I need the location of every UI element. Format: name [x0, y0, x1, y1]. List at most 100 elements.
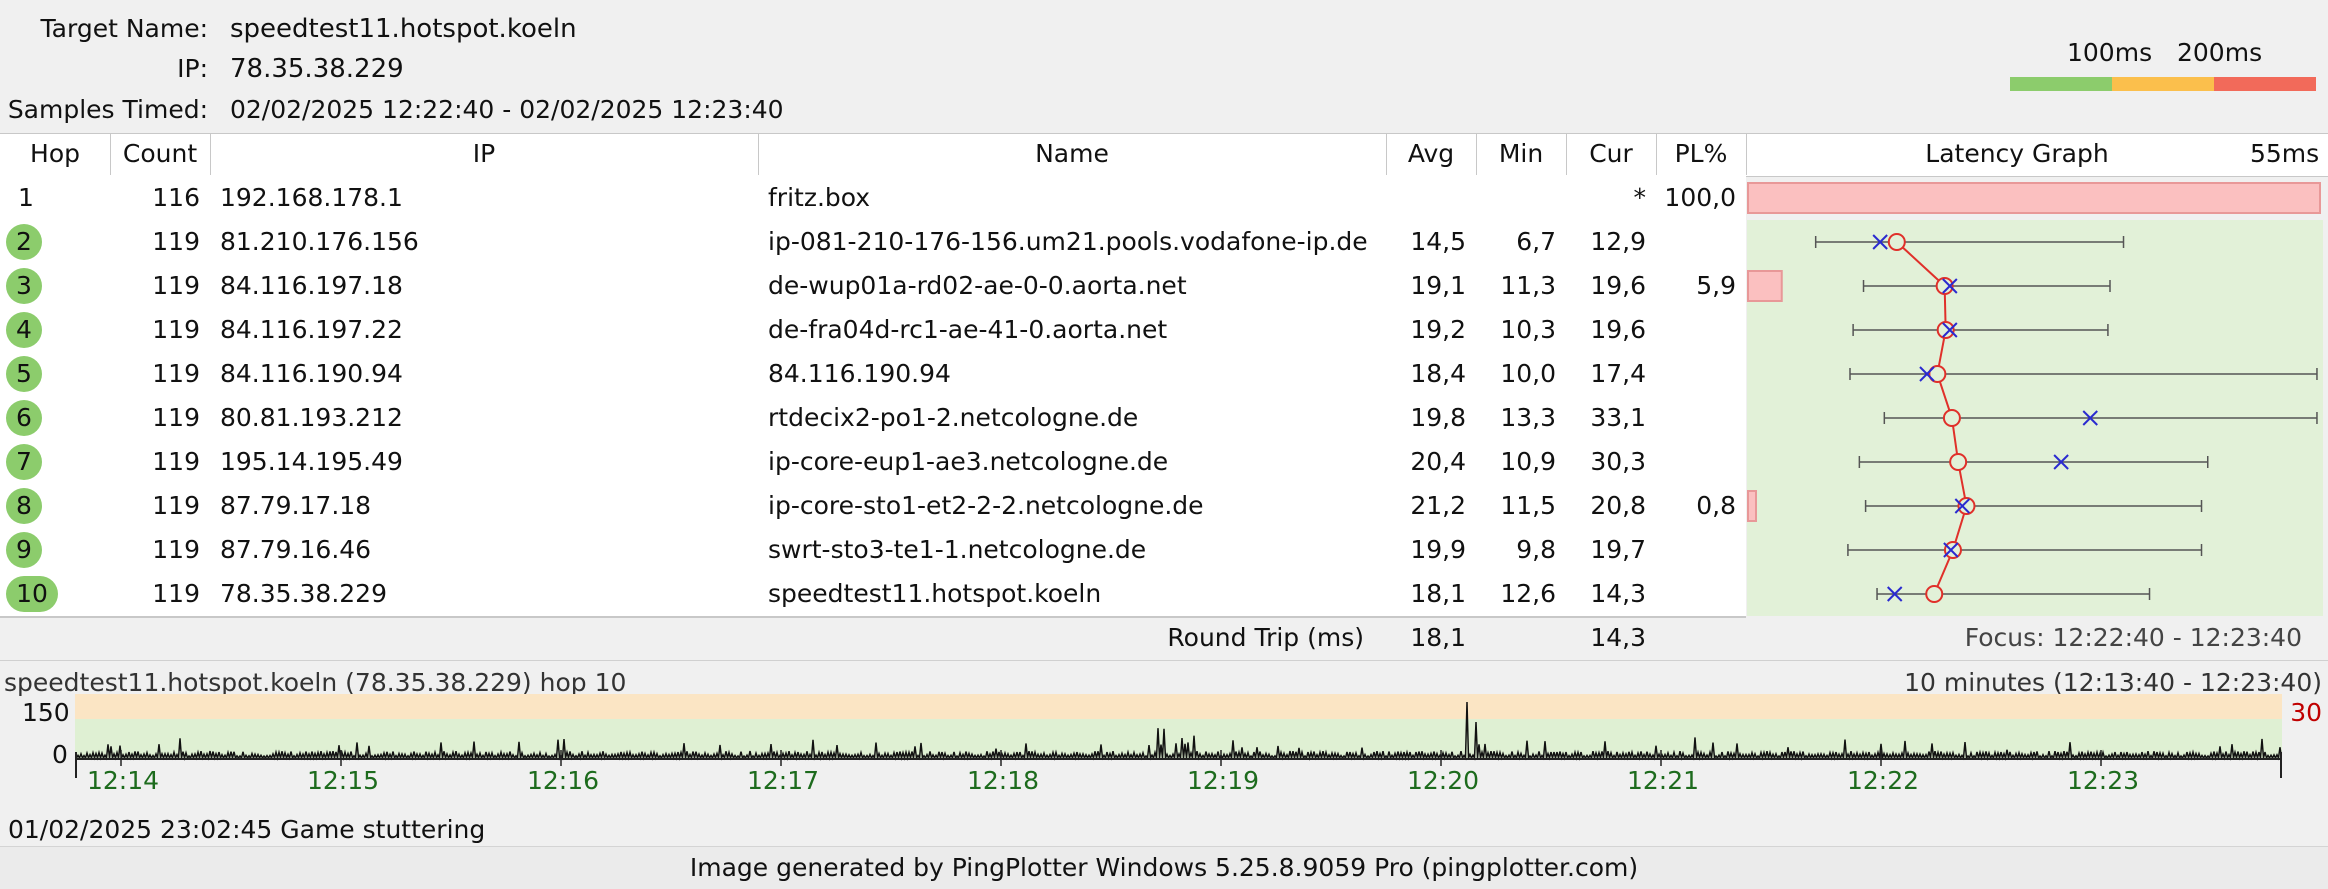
avg-cell: 19,8: [1410, 403, 1466, 432]
col-divider: [1386, 133, 1387, 175]
hop-row[interactable]: 6 119 80.81.193.212 rtdecix2-po1-2.netcolog…: [0, 396, 1746, 442]
min-cell: [1476, 176, 1556, 220]
hop-number-badge: 6: [6, 400, 42, 436]
scale-bar-yellow: [2112, 77, 2214, 91]
pl-cell: [1656, 440, 1736, 484]
round-trip-cur: 14,3: [1590, 623, 1646, 652]
hop-row[interactable]: 9 119 87.79.16.46 swrt-sto3-te1-1.netcologn…: [0, 528, 1746, 574]
avg-cell: 18,1: [1410, 579, 1466, 608]
avg-latency-marker: [1942, 409, 1961, 427]
avg-latency-marker: [1925, 585, 1944, 603]
hop-row[interactable]: 8 119 87.79.17.18 ip-core-sto1-et2-2-2.netc…: [0, 484, 1746, 530]
count-cell: 119: [152, 271, 200, 300]
min-cell: 6,7: [1516, 227, 1556, 256]
scale-200ms-label: 200ms: [2177, 38, 2263, 67]
ip-cell: 192.168.178.1: [220, 183, 403, 212]
cur-cell: 19,7: [1590, 535, 1646, 564]
status-note: 01/02/2025 23:02:45 Game stuttering: [8, 815, 486, 844]
count-cell: 119: [152, 315, 200, 344]
hostname-cell: de-wup01a-rd02-ae-0-0.aorta.net: [768, 271, 1187, 300]
col-divider: [110, 133, 111, 175]
col-divider: [210, 133, 211, 175]
col-header-name[interactable]: Name: [758, 133, 1386, 175]
cur-cell: 30,3: [1590, 447, 1646, 476]
ip-cell: 87.79.17.18: [220, 491, 372, 520]
samples-timed-value: 02/02/2025 12:22:40 - 02/02/2025 12:23:4…: [230, 95, 784, 124]
ip-cell: 84.116.197.22: [220, 315, 403, 344]
samples-timed-label: Samples Timed:: [7, 95, 208, 124]
cur-cell: 20,8: [1590, 491, 1646, 520]
ip-value: 78.35.38.229: [230, 54, 404, 84]
col-header-avg[interactable]: Avg: [1386, 133, 1476, 175]
min-cell: 9,8: [1516, 535, 1556, 564]
min-cell: 11,3: [1500, 271, 1556, 300]
timeline-graph[interactable]: [75, 694, 2282, 784]
timeline-tick-label: 12:18: [967, 766, 1040, 795]
focus-range[interactable]: Focus: 12:22:40 - 12:23:40: [1800, 617, 2302, 659]
ip-cell: 84.116.190.94: [220, 359, 403, 388]
hop-row[interactable]: 3 119 84.116.197.18 de-wup01a-rd02-ae-0-0.a…: [0, 264, 1746, 310]
pl-cell: [1656, 396, 1736, 440]
scale-bar-green: [2010, 77, 2112, 91]
col-divider: [1566, 133, 1567, 175]
col-header-pl[interactable]: PL%: [1656, 133, 1746, 175]
hop-number: 1: [18, 183, 34, 212]
timeline-tick-label: 12:21: [1627, 766, 1700, 795]
timeline-range[interactable]: 10 minutes (12:13:40 - 12:23:40): [1904, 668, 2322, 697]
timeline-tick-label: 12:16: [527, 766, 600, 795]
avg-cell: 19,1: [1410, 271, 1466, 300]
col-divider: [1746, 133, 1747, 175]
avg-cell: 18,4: [1410, 359, 1466, 388]
col-divider: [758, 133, 759, 175]
packet-loss-bar: [1747, 270, 1783, 302]
timeline-y-zero: 0: [52, 740, 68, 769]
timeline-tick-label: 12:14: [87, 766, 160, 795]
ip-label: IP:: [177, 54, 208, 83]
timeline-tick-label: 12:23: [2067, 766, 2140, 795]
cur-cell: 14,3: [1590, 579, 1646, 608]
col-header-cur[interactable]: Cur: [1566, 133, 1656, 175]
col-header-latency-graph[interactable]: Latency Graph: [1746, 133, 2288, 175]
hop-row[interactable]: 1 116 192.168.178.1 fritz.box * 100,0: [0, 176, 1746, 222]
avg-cell: 19,9: [1410, 535, 1466, 564]
hop-row[interactable]: 7 119 195.14.195.49 ip-core-eup1-ae3.netcol…: [0, 440, 1746, 486]
hostname-cell: swrt-sto3-te1-1.netcologne.de: [768, 535, 1147, 564]
avg-latency-marker: [1949, 453, 1968, 471]
col-header-count[interactable]: Count: [110, 133, 210, 175]
avg-cell: 21,2: [1410, 491, 1466, 520]
hop-row[interactable]: 5 119 84.116.190.94 84.116.190.94 18,4 10,0 17…: [0, 352, 1746, 398]
cur-cell: 19,6: [1590, 315, 1646, 344]
hostname-cell: 84.116.190.94: [768, 359, 951, 388]
hop-number-badge: 10: [6, 576, 58, 612]
pl-cell: 100,0: [1664, 183, 1736, 212]
hop-row[interactable]: 2 119 81.210.176.156 ip-081-210-176-156.um2…: [0, 220, 1746, 266]
hostname-cell: ip-core-sto1-et2-2-2.netcologne.de: [768, 491, 1204, 520]
col-divider: [1476, 133, 1477, 175]
hop-number-badge: 5: [6, 356, 42, 392]
footer-credit: Image generated by PingPlotter Windows 5…: [0, 846, 2328, 889]
hop-row[interactable]: 10 119 78.35.38.229 speedtest11.hotspot.koe…: [0, 572, 1746, 618]
min-cell: 10,9: [1500, 447, 1556, 476]
avg-cell: [1386, 176, 1466, 220]
hostname-cell: ip-core-eup1-ae3.netcologne.de: [768, 447, 1169, 476]
ip-cell: 87.79.16.46: [220, 535, 372, 564]
avg-cell: 20,4: [1410, 447, 1466, 476]
count-cell: 119: [152, 579, 200, 608]
col-header-min[interactable]: Min: [1476, 133, 1566, 175]
timeline-max-label: 30: [2290, 698, 2322, 727]
scale-bar-red: [2214, 77, 2316, 91]
target-name-label: Target Name:: [40, 14, 208, 43]
hop-number-badge: 9: [6, 532, 42, 568]
cur-cell: *: [1633, 183, 1647, 212]
timeline-tick-label: 12:19: [1187, 766, 1260, 795]
latency-graph[interactable]: [1746, 176, 2328, 616]
col-header-ip[interactable]: IP: [210, 133, 758, 175]
ip-cell: 80.81.193.212: [220, 403, 403, 432]
latency-graph-scale[interactable]: 55ms: [2250, 133, 2320, 175]
timeline-y-top: 150: [22, 698, 70, 727]
hop-row[interactable]: 4 119 84.116.197.22 de-fra04d-rc1-ae-41-0.a…: [0, 308, 1746, 354]
ip-cell: 84.116.197.18: [220, 271, 403, 300]
count-cell: 119: [152, 447, 200, 476]
col-header-hop[interactable]: Hop: [0, 133, 110, 175]
pl-cell: 0,8: [1696, 491, 1736, 520]
